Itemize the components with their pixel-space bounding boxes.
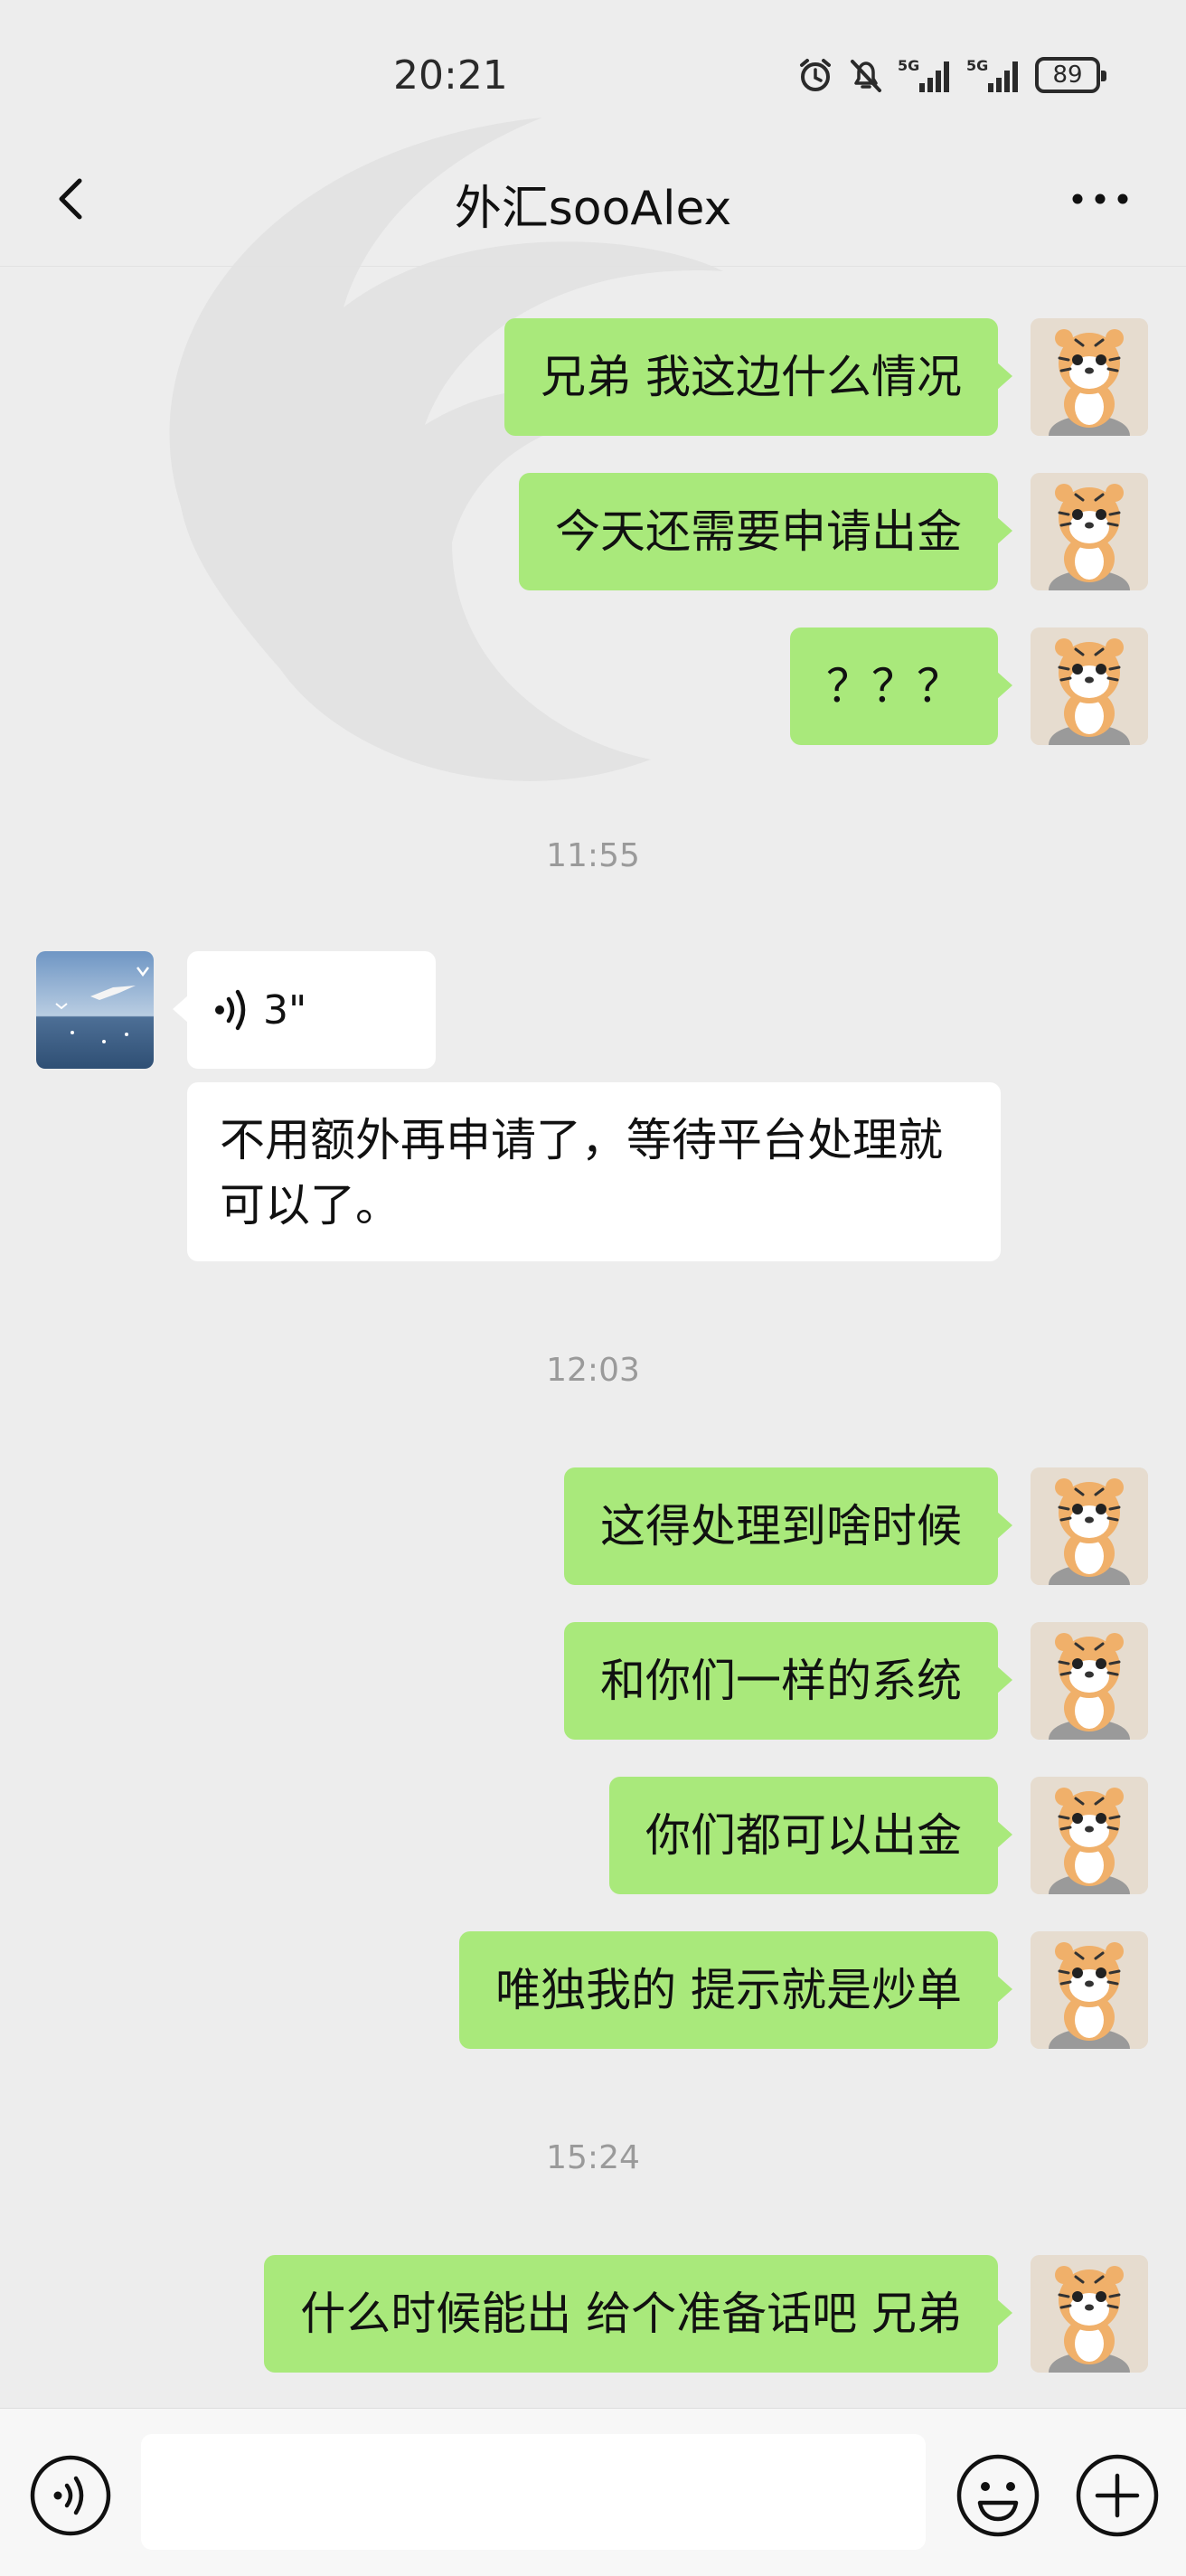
- avatar[interactable]: [1031, 473, 1148, 590]
- status-bar: 20:21 5G 5G 89: [0, 0, 1186, 154]
- avatar[interactable]: [1031, 1622, 1148, 1740]
- outgoing-message[interactable]: 和你们一样的系统: [564, 1622, 1012, 1740]
- avatar[interactable]: [1031, 1467, 1148, 1585]
- tiger-avatar-image: [1031, 1622, 1148, 1740]
- outgoing-message[interactable]: ？？？: [790, 627, 1012, 745]
- avatar[interactable]: [1031, 627, 1148, 745]
- message-timestamp: 15:24: [546, 2139, 640, 2176]
- message-timestamp: 12:03: [546, 1352, 640, 1389]
- signal-5g-icon: 5G: [966, 57, 1018, 92]
- mute-bell-icon: [851, 60, 881, 92]
- outgoing-message[interactable]: 兄弟 我这边什么情况: [504, 318, 1012, 436]
- alarm-icon: [800, 59, 831, 91]
- tiger-avatar-image: [1031, 473, 1148, 590]
- battery-icon: 89: [1035, 57, 1106, 93]
- svg-text:5G: 5G: [966, 57, 988, 74]
- avatar[interactable]: [1031, 1777, 1148, 1894]
- status-time: 20:21: [393, 52, 508, 99]
- outgoing-message[interactable]: 今天还需要申请出金: [519, 473, 1012, 590]
- avatar[interactable]: [36, 951, 154, 1069]
- tiger-avatar-image: [1031, 2255, 1148, 2373]
- avatar[interactable]: [1031, 2255, 1148, 2373]
- message-timestamp: 11:55: [546, 837, 640, 874]
- outgoing-message[interactable]: 唯独我的 提示就是炒单: [459, 1931, 1012, 2049]
- svg-text:5G: 5G: [898, 57, 919, 74]
- seagull-lake-avatar-image: [36, 951, 154, 1069]
- incoming-message[interactable]: 不用额外再申请了，等待平台处理就可以了。: [187, 1082, 1001, 1261]
- avatar[interactable]: [1031, 1931, 1148, 2049]
- tiger-avatar-image: [1031, 627, 1148, 745]
- signal-5g-icon: 5G: [898, 57, 949, 92]
- outgoing-message[interactable]: 这得处理到啥时候: [564, 1467, 1012, 1585]
- emoji-icon[interactable]: [955, 2452, 1041, 2539]
- voice-duration: 3": [263, 986, 307, 1033]
- voice-message[interactable]: 3": [173, 951, 436, 1069]
- outgoing-message[interactable]: 你们都可以出金: [609, 1777, 1012, 1894]
- input-bar: [0, 2408, 1186, 2576]
- chat-title: 外汇sooAlex: [454, 182, 732, 236]
- plus-icon[interactable]: [1074, 2452, 1161, 2539]
- tiger-avatar-image: [1031, 1777, 1148, 1894]
- avatar[interactable]: [1031, 318, 1148, 436]
- outgoing-message[interactable]: 什么时候能出 给个准备话吧 兄弟: [264, 2255, 1012, 2373]
- tiger-avatar-image: [1031, 1467, 1148, 1585]
- chat-header: 外汇sooAlex: [0, 154, 1186, 244]
- header-divider: [0, 266, 1186, 267]
- voice-wave-icon: [215, 989, 246, 1031]
- tiger-avatar-image: [1031, 1931, 1148, 2049]
- voice-input-icon[interactable]: [29, 2454, 112, 2537]
- more-dots-icon[interactable]: [1068, 181, 1132, 217]
- tiger-avatar-image: [1031, 318, 1148, 436]
- status-icons: 5G 5G 89: [796, 56, 1106, 94]
- message-input[interactable]: [141, 2434, 926, 2550]
